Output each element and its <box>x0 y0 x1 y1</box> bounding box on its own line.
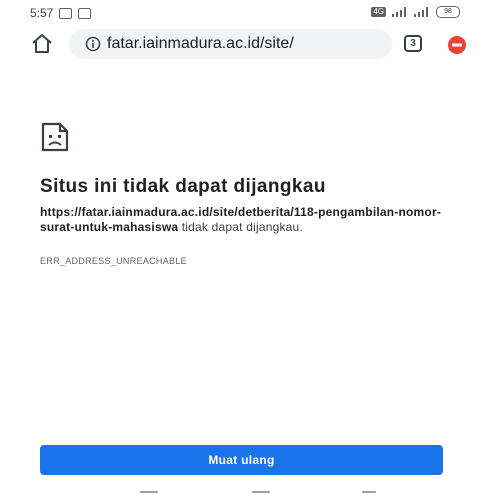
info-icon[interactable] <box>85 36 101 52</box>
notification-icon <box>59 7 73 19</box>
error-description: https://fatar.iainmadura.ac.id/site/detb… <box>40 205 450 235</box>
error-title: Situs ini tidak dapat dijangkau <box>40 176 326 197</box>
sad-document-icon <box>41 122 69 152</box>
status-left: 5:57 <box>30 6 92 20</box>
browser-toolbar: fatar.iainmadura.ac.id/site/ 3 <box>0 26 488 62</box>
url-text[interactable]: fatar.iainmadura.ac.id/site/ <box>107 35 387 53</box>
extension-icon[interactable] <box>446 34 468 56</box>
gallery-icon <box>78 7 92 19</box>
tab-switcher-button[interactable]: 3 <box>404 35 422 52</box>
nav-back-mark[interactable] <box>362 491 376 493</box>
nav-home-mark[interactable] <box>252 491 270 493</box>
system-nav-bar <box>0 485 488 497</box>
status-time: 5:57 <box>30 6 54 20</box>
battery-icon: 98 <box>436 6 460 18</box>
error-desc-suffix: tidak dapat dijangkau. <box>178 220 303 234</box>
address-bar[interactable]: fatar.iainmadura.ac.id/site/ <box>69 29 392 59</box>
network-badge: 4G <box>371 7 386 17</box>
signal-icon-2 <box>414 7 428 17</box>
nav-recents-mark[interactable] <box>140 491 158 493</box>
error-code: ERR_ADDRESS_UNREACHABLE <box>40 256 187 266</box>
home-icon[interactable] <box>30 32 54 56</box>
status-right: 4G 98 <box>371 6 460 18</box>
signal-icon <box>392 7 406 17</box>
status-bar: 5:57 4G 98 <box>0 0 488 26</box>
reload-button[interactable]: Muat ulang <box>40 445 443 475</box>
